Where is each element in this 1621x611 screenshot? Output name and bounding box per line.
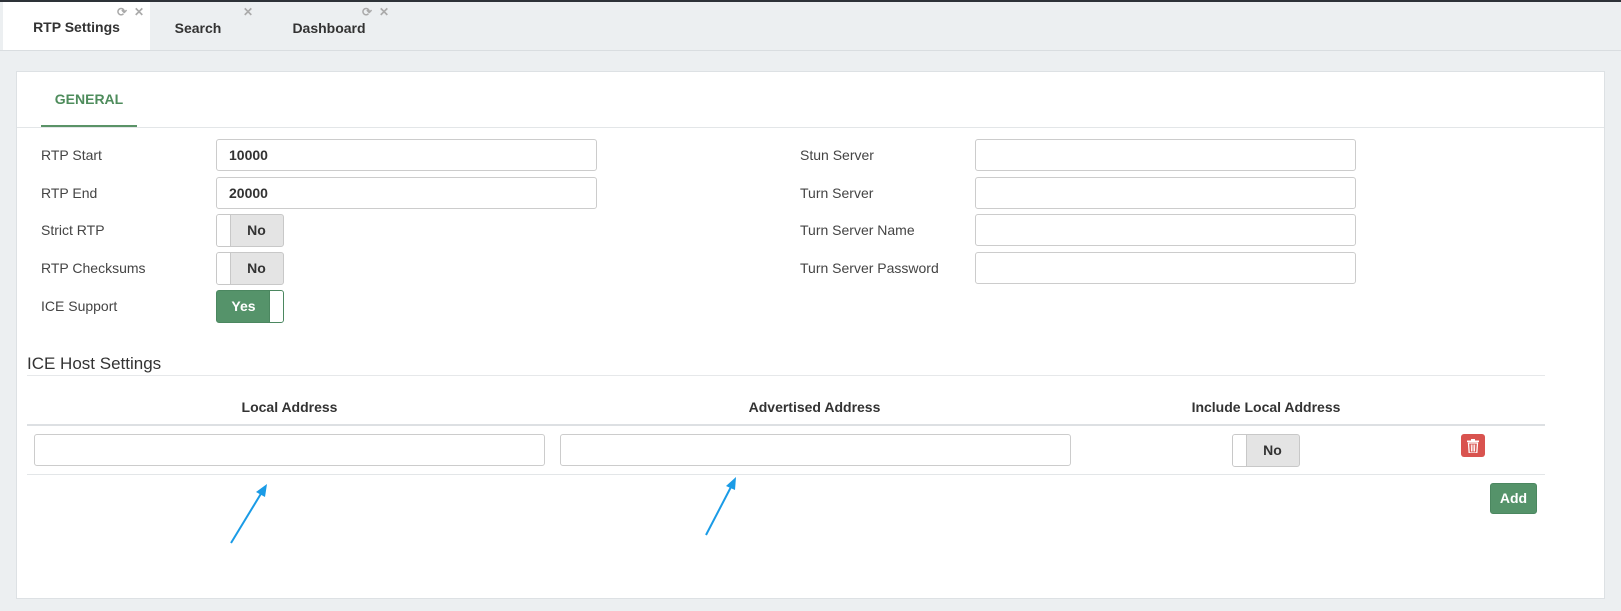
turn-server-name-label: Turn Server Name <box>800 222 915 238</box>
ice-host-settings-title: ICE Host Settings <box>27 354 162 373</box>
tab-label: Search <box>174 20 222 36</box>
column-header-advertised-address: Advertised Address <box>748 399 881 415</box>
local-address-input[interactable] <box>34 434 545 466</box>
close-icon[interactable]: ✕ <box>134 6 144 18</box>
rtp-end-label: RTP End <box>41 185 98 201</box>
toggle-knob <box>217 215 231 246</box>
rtp-end-input[interactable] <box>216 177 597 209</box>
subtab-general[interactable]: GENERAL <box>41 72 137 127</box>
section-divider <box>27 375 1545 376</box>
column-header-include-local-address: Include Local Address <box>1191 399 1341 415</box>
stun-server-label: Stun Server <box>800 147 874 163</box>
ice-support-label: ICE Support <box>41 298 118 314</box>
advertised-address-input[interactable] <box>560 434 1071 466</box>
tab-label: RTP Settings <box>33 19 120 35</box>
close-icon[interactable]: ✕ <box>243 6 253 18</box>
turn-server-password-label: Turn Server Password <box>800 260 939 276</box>
tab-dashboard[interactable]: Dashboard ⟳ ✕ <box>282 2 392 50</box>
toggle-state: No <box>247 260 266 276</box>
rtp-checksums-label: RTP Checksums <box>41 260 146 276</box>
rtp-start-input[interactable] <box>216 139 597 171</box>
refresh-icon[interactable]: ⟳ <box>117 6 127 18</box>
rtp-checksums-toggle[interactable]: No <box>216 252 284 285</box>
turn-server-password-input[interactable] <box>975 252 1356 284</box>
annotation-arrow <box>705 477 736 536</box>
toggle-state: No <box>1263 442 1282 458</box>
tab-rtp-settings[interactable]: RTP Settings ⟳ ✕ <box>3 2 150 50</box>
toggle-knob <box>269 291 283 322</box>
table-row-divider <box>27 474 1545 475</box>
toggle-knob <box>1233 435 1247 466</box>
delete-row-button[interactable] <box>1461 434 1485 457</box>
settings-panel: GENERAL RTP Start RTP End Strict RTP No … <box>16 71 1605 599</box>
turn-server-label: Turn Server <box>800 185 874 201</box>
table-header-divider <box>27 424 1545 426</box>
subtab-bar: GENERAL <box>17 72 1604 128</box>
strict-rtp-label: Strict RTP <box>41 222 105 238</box>
add-row-button[interactable]: Add <box>1490 483 1537 514</box>
close-icon[interactable]: ✕ <box>379 6 389 18</box>
toggle-state: No <box>247 222 266 238</box>
toggle-state: Yes <box>231 298 256 314</box>
refresh-icon[interactable]: ⟳ <box>362 6 372 18</box>
tab-search[interactable]: Search ✕ <box>160 2 260 50</box>
tab-label: Dashboard <box>292 20 366 36</box>
toggle-knob <box>217 253 231 284</box>
column-header-local-address: Local Address <box>241 399 338 415</box>
stun-server-input[interactable] <box>975 139 1356 171</box>
ice-support-toggle[interactable]: Yes <box>216 290 284 323</box>
annotation-arrow <box>230 484 267 544</box>
tab-bar: RTP Settings ⟳ ✕ Search ✕ Dashboard ⟳ ✕ <box>0 2 1621 51</box>
trash-icon <box>1467 438 1479 453</box>
turn-server-name-input[interactable] <box>975 214 1356 246</box>
turn-server-input[interactable] <box>975 177 1356 209</box>
include-local-address-toggle[interactable]: No <box>1232 434 1300 467</box>
strict-rtp-toggle[interactable]: No <box>216 214 284 247</box>
rtp-start-label: RTP Start <box>41 147 102 163</box>
